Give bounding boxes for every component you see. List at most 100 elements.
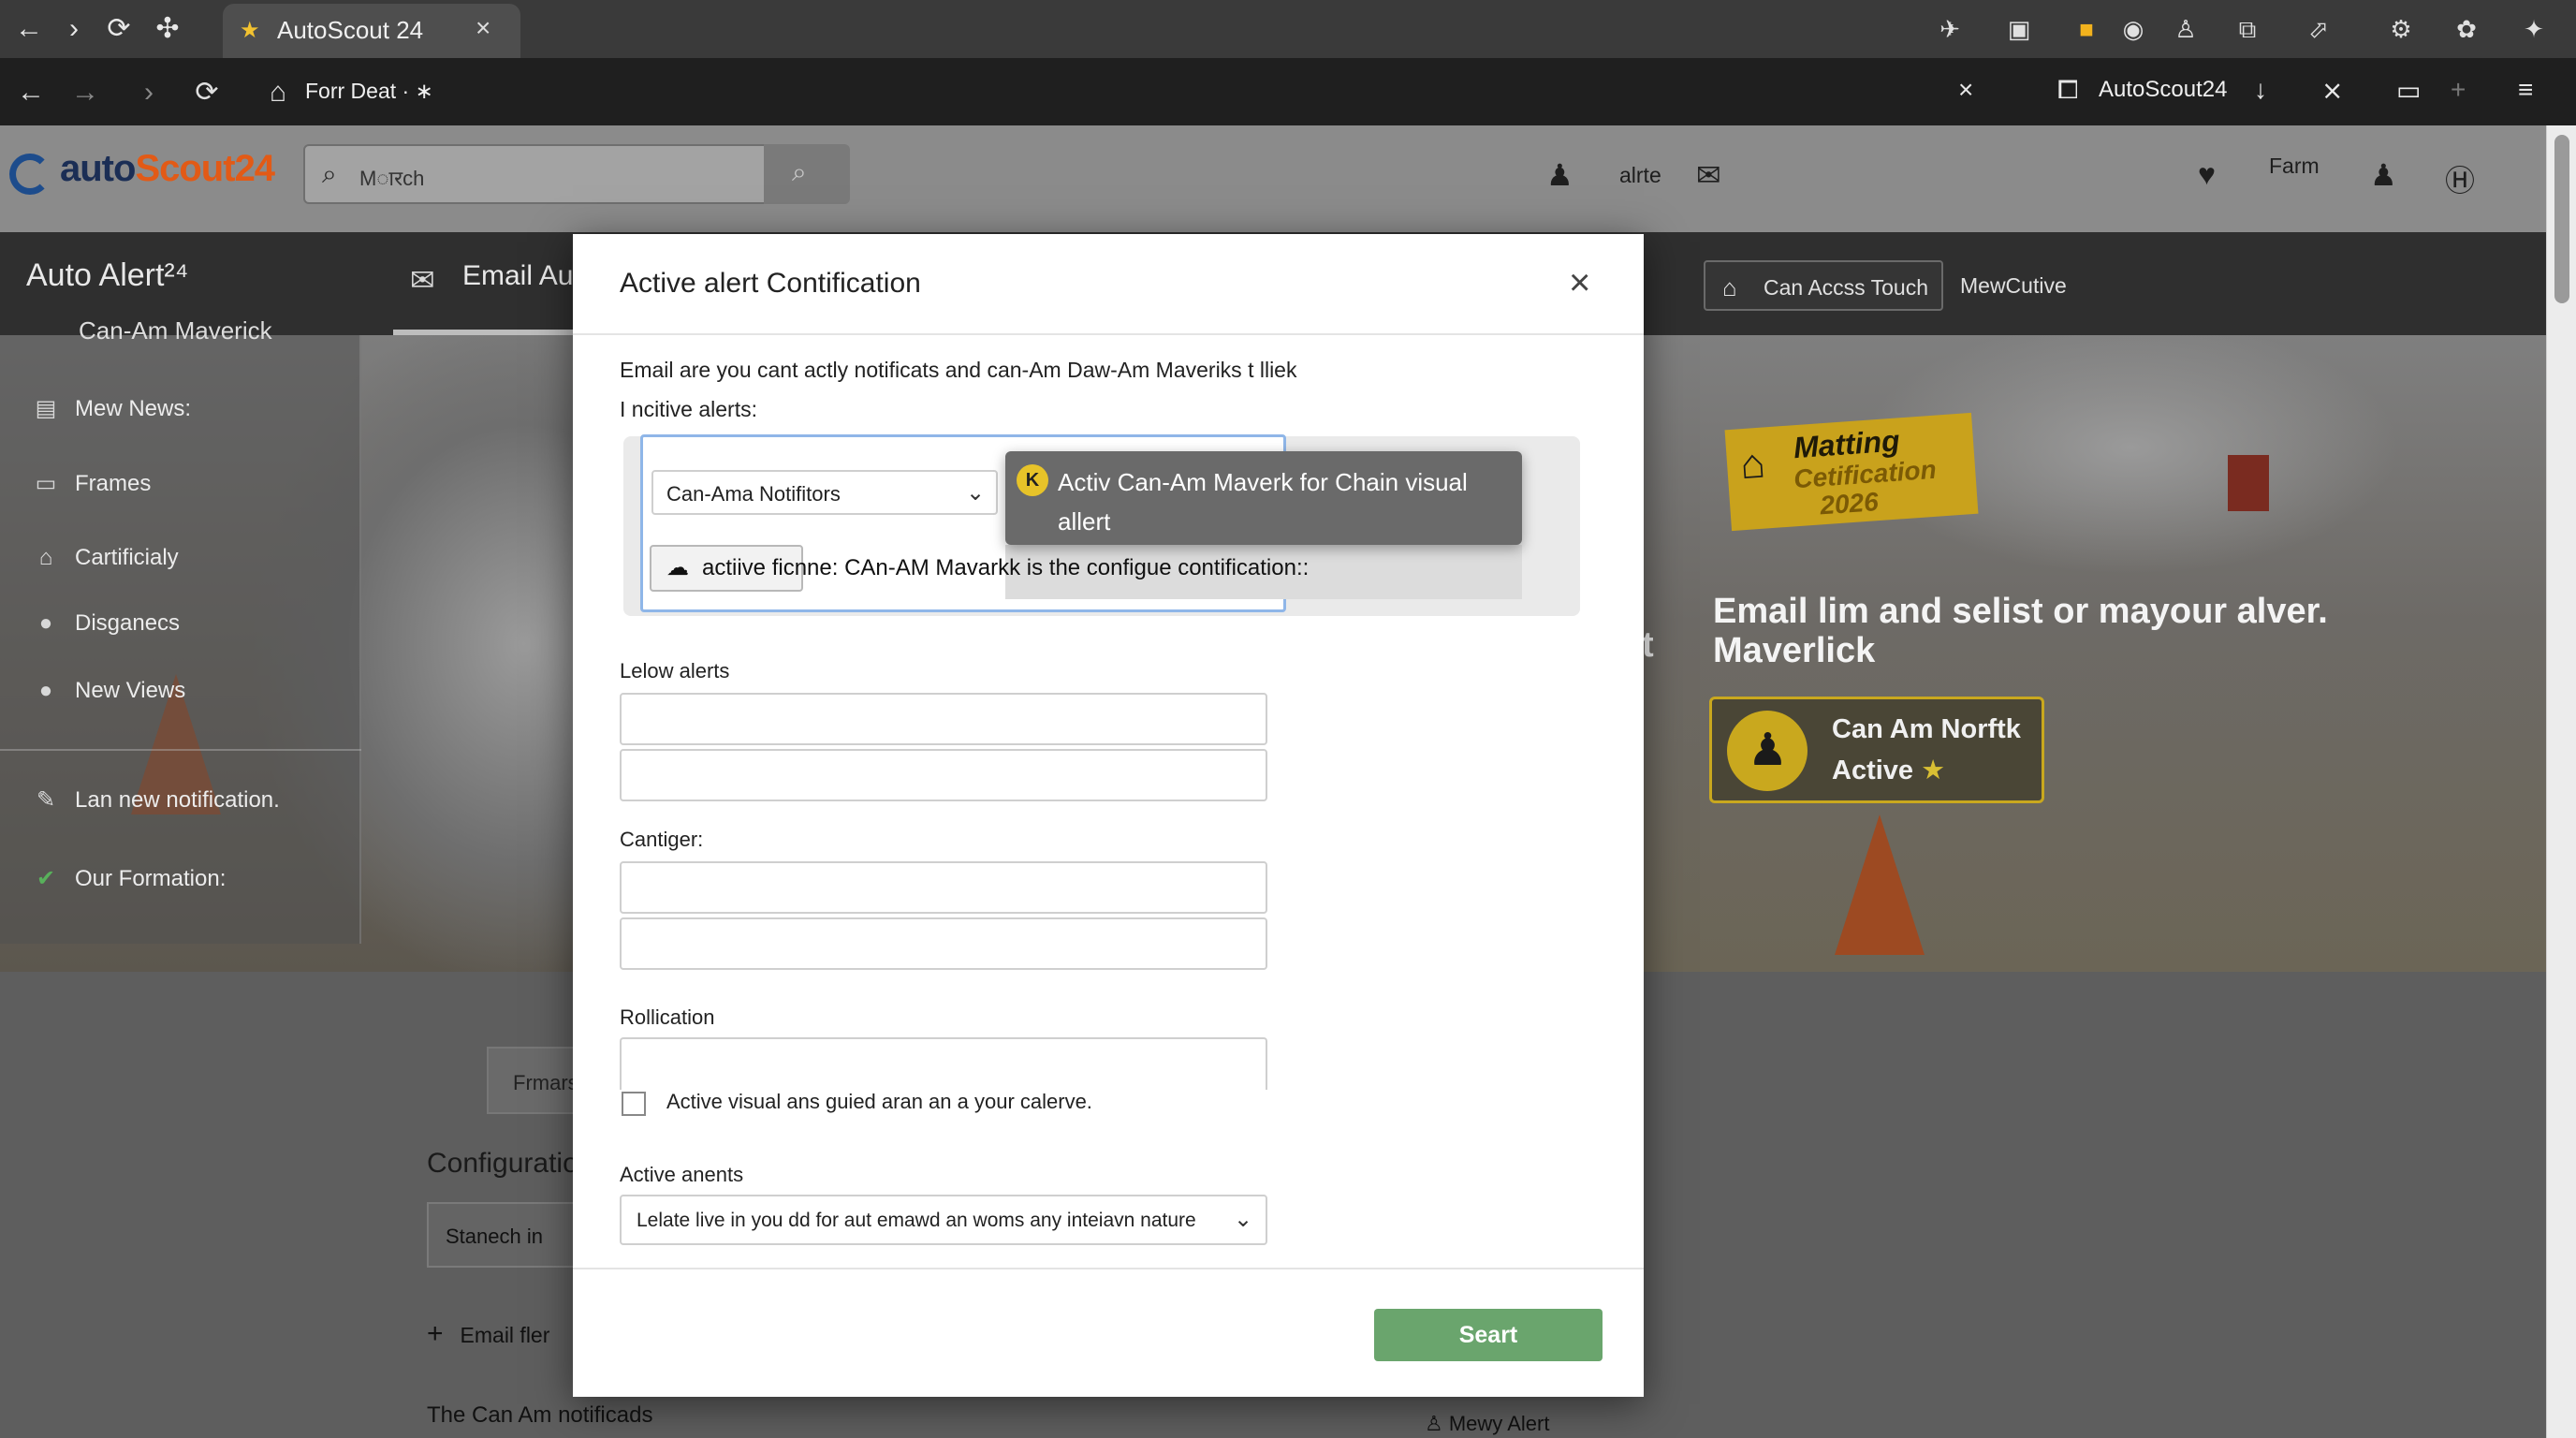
site-logo[interactable]: autoScout24: [60, 148, 275, 190]
logo-mark-icon: [9, 154, 51, 195]
new-alert-link[interactable]: ♙ Mewy Alert: [1425, 1412, 1549, 1436]
category-field-1[interactable]: [620, 861, 1267, 914]
browser-tab-strip: ← › ⟳ ✣ ★ AutoScout 24 × ✈ ▣ ■ ◉ ♙ ⧉ ⬀ ⚙…: [0, 0, 2576, 58]
modal-header: Active alert Contification ×: [573, 234, 1644, 335]
address-text[interactable]: Forr Deat · ∗: [305, 79, 433, 104]
search-icon: ⌕: [792, 157, 807, 186]
rollication-label: Rollication: [620, 1005, 715, 1029]
sidebar-item-notification[interactable]: ✎ Lan new notification.: [30, 786, 280, 814]
active-anents-select[interactable]: Lelate live in you dd for aut emawd an w…: [620, 1195, 1267, 1245]
stanech-button[interactable]: Stanech in: [427, 1202, 577, 1268]
notifications-text: The Can Am notificads: [427, 1402, 653, 1428]
reload-icon[interactable]: ⟳: [189, 75, 225, 110]
share-icon[interactable]: ⬀: [2303, 13, 2334, 45]
sidebar-item-disguise[interactable]: ● Disganecs: [30, 610, 180, 637]
forward-icon[interactable]: →: [67, 75, 103, 110]
close-icon[interactable]: ×: [1569, 262, 1590, 304]
page-title: Auto Alert²⁴: [26, 257, 189, 293]
browser-tab[interactable]: ★ AutoScout 24 ×: [223, 4, 520, 58]
back-icon[interactable]: ←: [13, 75, 49, 110]
alert-icon: ♙: [1425, 1412, 1449, 1435]
modal-description: Email are you cant actly notificats and …: [620, 358, 1297, 382]
forward-icon[interactable]: ›: [56, 11, 92, 47]
views-icon: ●: [38, 678, 53, 703]
close-tab-icon[interactable]: ×: [476, 13, 490, 43]
certificate-icon: ⌂: [38, 545, 53, 570]
sidebar-item-views[interactable]: ● New Views: [30, 678, 186, 704]
menu-star-icon[interactable]: ✦: [2518, 13, 2550, 45]
window-icon[interactable]: ▭: [2396, 75, 2421, 106]
tab-page-icon: ⧠: [2057, 75, 2079, 104]
select-value: Lelate live in you dd for aut emawd an w…: [637, 1210, 1196, 1231]
rollication-field[interactable]: [620, 1037, 1267, 1090]
frames-button[interactable]: Frmars: [487, 1047, 580, 1114]
bookmark-icon[interactable]: ▣: [2003, 13, 2035, 45]
scrollbar-thumb[interactable]: [2554, 135, 2569, 303]
search-input[interactable]: ⌕ Mारch: [303, 144, 766, 204]
favicon-star-icon: ★: [240, 18, 260, 43]
note-icon[interactable]: ■: [2071, 13, 2102, 45]
sidebar-item-news[interactable]: ▤ Mew News:: [30, 395, 191, 422]
wrench-icon: ✎: [36, 787, 56, 813]
active-alerts-label: I ncitive alerts:: [620, 397, 757, 421]
new-tab-icon[interactable]: +: [2451, 75, 2466, 105]
sidebar-cut-item[interactable]: Can-Am Maverick: [79, 316, 272, 345]
category-field-2[interactable]: [620, 917, 1267, 970]
search-icon: ⌕: [322, 159, 337, 188]
configuration-title: Configuratio: [427, 1148, 578, 1179]
bolt-icon: K: [1017, 464, 1048, 496]
forward-chevron-icon[interactable]: ›: [131, 75, 167, 110]
cloud-icon: ☁: [666, 555, 689, 580]
pin-icon[interactable]: ✣: [150, 11, 185, 47]
below-alerts-field-2[interactable]: [620, 749, 1267, 801]
add-email-filter[interactable]: + Email fler: [427, 1318, 549, 1350]
more-icon[interactable]: ≡: [2518, 75, 2533, 105]
below-alerts-field-1[interactable]: [620, 693, 1267, 745]
tooltip-text: Activ Can-Am Maverk for Chain visual all…: [1058, 468, 1468, 536]
nav-link-mewcutive[interactable]: MewCutive: [1960, 273, 2067, 299]
search-button[interactable]: ⌕: [764, 144, 850, 204]
category-label: Cantiger:: [620, 828, 704, 851]
help-icon[interactable]: Ⓗ: [2445, 157, 2475, 200]
start-button[interactable]: Seart: [1374, 1309, 1603, 1361]
modal-title: Active alert Contification: [620, 268, 921, 299]
status-card[interactable]: ♟ Can Am Norftk Active ★: [1709, 697, 2044, 803]
sidebar-item-frames[interactable]: ▭ Frames: [30, 470, 152, 497]
active-anents-label: Active anents: [620, 1163, 744, 1186]
header-farm-label[interactable]: Farm: [2269, 154, 2320, 179]
home-icon: ⌂: [1722, 273, 1737, 301]
split-icon[interactable]: ⨯: [2321, 75, 2343, 106]
mail-icon[interactable]: ✉: [1696, 157, 1721, 193]
status-card-status: Active ★: [1832, 756, 1946, 785]
gear-icon[interactable]: ✿: [2451, 13, 2482, 45]
heart-icon[interactable]: ♥: [2198, 157, 2216, 192]
sidebar-item-certificate[interactable]: ⌂ Cartificialy: [30, 545, 179, 571]
below-alerts-label: Lelow alerts: [620, 659, 730, 682]
warning-sign: [2228, 455, 2269, 511]
star-icon: ★: [1921, 756, 1946, 785]
user-ext-icon[interactable]: ♙: [2170, 13, 2202, 45]
visual-guide-checkbox[interactable]: [622, 1092, 646, 1116]
profile-ext-icon[interactable]: ◉: [2117, 13, 2149, 45]
tabs-icon[interactable]: ⧉: [2232, 13, 2263, 45]
touch-access-button[interactable]: ⌂ Can Accss Touch: [1704, 260, 1943, 311]
home-icon[interactable]: ⌂: [260, 75, 296, 110]
extension-icon[interactable]: ✈: [1934, 13, 1966, 45]
tooltip: K Activ Can-Am Maverk for Chain visual a…: [1005, 451, 1522, 545]
sidebar-item-formation[interactable]: ✔ Our Formation:: [30, 865, 226, 892]
user-icon[interactable]: ♟: [1546, 157, 1573, 193]
close-icon[interactable]: ×: [1958, 75, 1973, 105]
page-scrollbar[interactable]: [2546, 125, 2576, 1438]
check-icon: ✔: [36, 866, 56, 891]
back-icon[interactable]: ←: [11, 11, 47, 47]
reload-icon[interactable]: ⟳: [101, 11, 137, 47]
header-user-label[interactable]: alrte: [1619, 163, 1661, 188]
tab-email-alerts[interactable]: Email Au: [462, 260, 573, 292]
news-icon: ▤: [35, 396, 57, 421]
settings-icon[interactable]: ⚙: [2385, 13, 2417, 45]
notifiers-dropdown[interactable]: Can-Ama Notifitors ⌄: [651, 470, 998, 515]
tab-title: AutoScout 24: [277, 16, 424, 44]
right-tab-title[interactable]: AutoScout24: [2099, 77, 2227, 103]
download-icon[interactable]: ↓: [2254, 75, 2267, 105]
account-icon[interactable]: ♟: [2370, 157, 2397, 193]
